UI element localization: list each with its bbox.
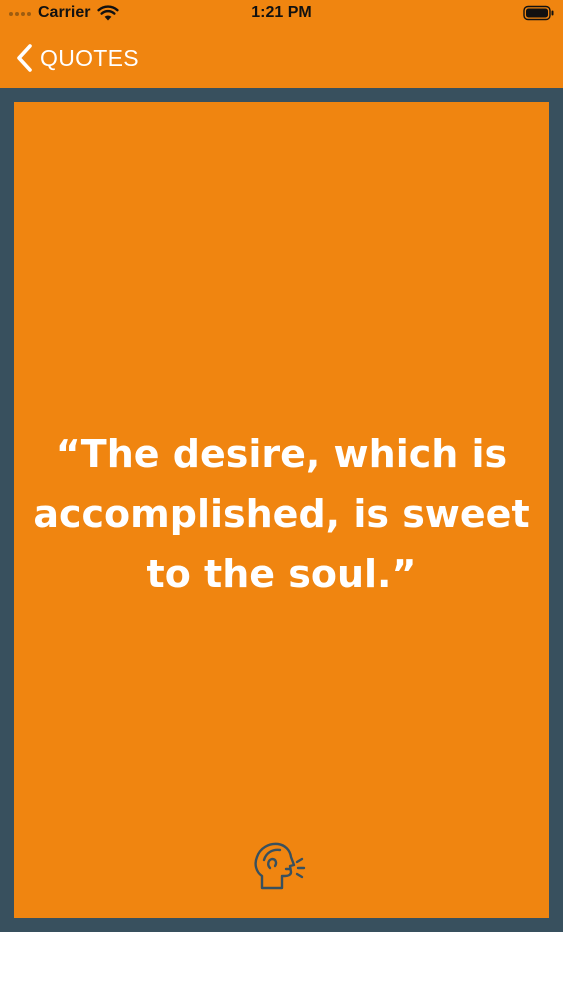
quote-card: “The desire, which is accomplished, is s… [14, 102, 549, 918]
status-bar: Carrier 1:21 PM [0, 0, 563, 28]
quote-frame: “The desire, which is accomplished, is s… [0, 88, 563, 932]
header: Carrier 1:21 PM QUOTES [0, 0, 563, 88]
battery-icon [523, 5, 555, 21]
speaking-head-icon[interactable] [250, 838, 310, 894]
back-button-label: QUOTES [40, 44, 139, 71]
nav-bar: QUOTES [0, 28, 563, 88]
back-button[interactable]: QUOTES [14, 40, 139, 76]
chevron-left-icon [14, 43, 36, 73]
status-time: 1:21 PM [251, 4, 312, 21]
app-root: Carrier 1:21 PM QUOTES “The desire, whic… [0, 0, 563, 1000]
quote-text: “The desire, which is accomplished, is s… [33, 432, 530, 596]
